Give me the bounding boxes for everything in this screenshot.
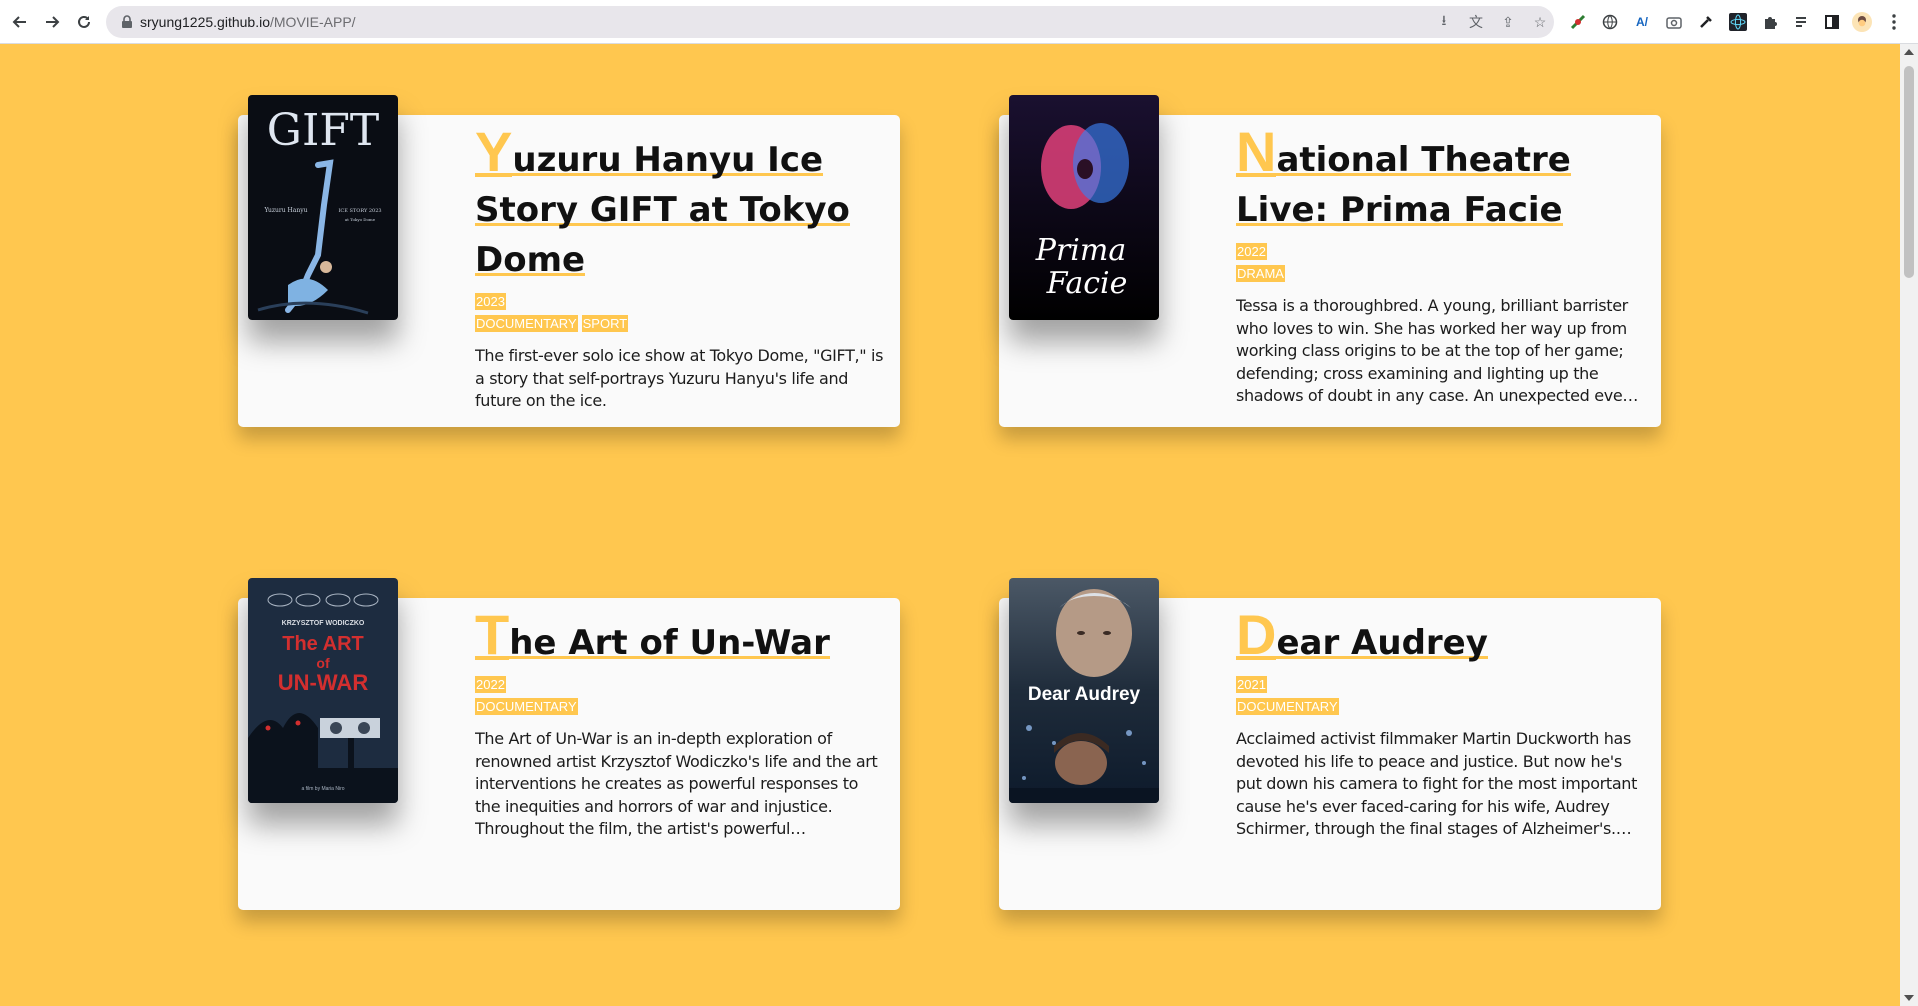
extension-globe-icon[interactable] bbox=[1600, 12, 1620, 32]
lock-icon[interactable] bbox=[120, 15, 134, 29]
browser-toolbar: sryung1225.github.io/MOVIE-APP/ ⭳ 文 ⇪ ☆ … bbox=[0, 0, 1918, 44]
back-icon[interactable] bbox=[8, 10, 32, 34]
movie-summary: Tessa is a thoroughbred. A young, brilli… bbox=[1236, 296, 1639, 405]
genre-tag: SPORT bbox=[581, 315, 629, 332]
reload-icon[interactable] bbox=[72, 10, 96, 34]
genre-tag: DOCUMENTARY bbox=[1236, 698, 1339, 715]
extensions-puzzle-icon[interactable] bbox=[1760, 12, 1780, 32]
extension-leaf-icon[interactable] bbox=[1568, 12, 1588, 32]
svg-text:a film by Maria Niro: a film by Maria Niro bbox=[301, 786, 344, 792]
movie-poster[interactable]: Prima Facie bbox=[1009, 95, 1159, 320]
scroll-up-icon[interactable] bbox=[1904, 49, 1914, 55]
url-text[interactable]: sryung1225.github.io/MOVIE-APP/ bbox=[140, 14, 356, 30]
camera-icon[interactable] bbox=[1664, 12, 1684, 32]
year-tag: 2022 bbox=[475, 676, 506, 693]
year-tag: 2021 bbox=[1236, 676, 1267, 693]
profile-avatar-icon[interactable] bbox=[1852, 12, 1872, 32]
forward-icon[interactable] bbox=[40, 10, 64, 34]
extension-react-icon[interactable] bbox=[1728, 12, 1748, 32]
movie-summary: Acclaimed activist filmmaker Martin Duck… bbox=[1236, 729, 1638, 838]
svg-text:ICE STORY 2023: ICE STORY 2023 bbox=[338, 208, 381, 214]
scroll-thumb[interactable] bbox=[1904, 66, 1914, 278]
movie-title[interactable]: Dear Audrey bbox=[1236, 603, 1646, 668]
genre-tag: DOCUMENTARY bbox=[475, 698, 578, 715]
svg-text:Prima: Prima bbox=[1035, 233, 1126, 268]
svg-text:at Tokyo Dome: at Tokyo Dome bbox=[345, 217, 376, 222]
extension-letters-icon[interactable]: A/ bbox=[1632, 12, 1652, 32]
address-bar[interactable]: sryung1225.github.io/MOVIE-APP/ ⭳ 文 ⇪ ☆ bbox=[106, 6, 1554, 38]
eyedropper-icon[interactable] bbox=[1696, 12, 1716, 32]
svg-text:Yuzuru Hanyu: Yuzuru Hanyu bbox=[264, 207, 308, 214]
movie-title[interactable]: National Theatre Live: Prima Facie bbox=[1236, 120, 1646, 235]
svg-text:of: of bbox=[316, 655, 330, 671]
movie-summary: The first-ever solo ice show at Tokyo Do… bbox=[475, 346, 884, 410]
scroll-down-icon[interactable] bbox=[1904, 995, 1914, 1001]
share-icon[interactable]: ⇪ bbox=[1498, 12, 1518, 32]
page-scrollbar[interactable] bbox=[1900, 44, 1918, 1006]
movie-poster[interactable]: Dear Audrey bbox=[1009, 578, 1159, 803]
movie-poster[interactable]: GIFT Yuzuru Hanyu ICE STORY 2023 at Toky… bbox=[248, 95, 398, 320]
svg-text:Facie: Facie bbox=[1046, 266, 1128, 301]
svg-text:GIFT: GIFT bbox=[267, 105, 379, 156]
year-tag: 2023 bbox=[475, 293, 506, 310]
svg-text:KRZYSZTOF WODICZKO: KRZYSZTOF WODICZKO bbox=[282, 620, 365, 627]
bookmark-star-icon[interactable]: ☆ bbox=[1530, 12, 1550, 32]
year-tag: 2022 bbox=[1236, 243, 1267, 260]
genre-tag: DOCUMENTARY bbox=[475, 315, 578, 332]
movie-title[interactable]: Yuzuru Hanyu Ice Story GIFT at Tokyo Dom… bbox=[475, 120, 885, 285]
svg-text:The ART: The ART bbox=[282, 633, 363, 655]
translate-icon[interactable]: 文 bbox=[1466, 12, 1486, 32]
reading-list-icon[interactable] bbox=[1792, 12, 1812, 32]
install-app-icon[interactable]: ⭳ bbox=[1434, 12, 1454, 32]
svg-text:UN-WAR: UN-WAR bbox=[278, 670, 369, 695]
svg-text:Dear Audrey: Dear Audrey bbox=[1028, 684, 1141, 705]
movie-poster[interactable]: KRZYSZTOF WODICZKO The ART of UN-WAR a f… bbox=[248, 578, 398, 803]
menu-kebab-icon[interactable] bbox=[1884, 12, 1904, 32]
movie-summary: The Art of Un-War is an in-depth explora… bbox=[475, 729, 878, 838]
side-panel-icon[interactable] bbox=[1822, 12, 1842, 32]
movie-title[interactable]: The Art of Un-War bbox=[475, 603, 885, 668]
genre-tag: DRAMA bbox=[1236, 265, 1285, 282]
